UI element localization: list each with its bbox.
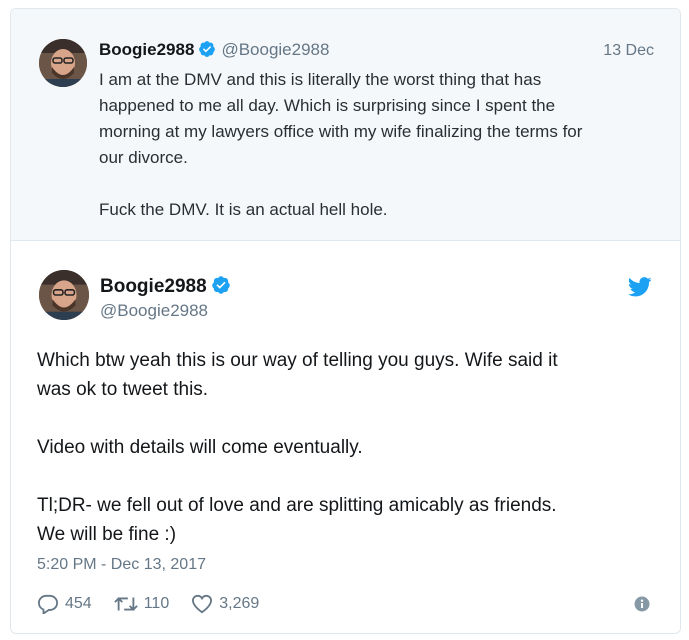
quoted-tweet[interactable]: Boogie2988 @Boogie2988 13 Dec I am at the… xyxy=(11,9,680,241)
reply-count: 454 xyxy=(65,595,92,612)
heart-icon xyxy=(192,594,213,614)
verified-badge-icon xyxy=(199,41,216,57)
retweet-button[interactable]: 110 xyxy=(113,595,170,613)
author-name-row: Boogie2988 xyxy=(100,275,236,298)
tweet-actions: 454 110 3,269 xyxy=(37,592,281,616)
quoted-avatar[interactable] xyxy=(39,39,87,87)
verified-badge-icon xyxy=(211,276,230,294)
like-count: 3,269 xyxy=(219,595,260,612)
tweet-timestamp[interactable]: 5:20 PM - Dec 13, 2017 xyxy=(37,556,206,574)
tweet-embed-card: Boogie2988 @Boogie2988 13 Dec I am at the… xyxy=(10,8,681,634)
reply-icon xyxy=(37,594,59,614)
author-display-name[interactable]: Boogie2988 xyxy=(100,276,207,297)
twitter-bird-icon[interactable] xyxy=(628,277,652,297)
author-avatar[interactable] xyxy=(39,270,89,320)
info-icon[interactable] xyxy=(634,596,650,612)
retweet-count: 110 xyxy=(143,595,170,612)
author-handle[interactable]: @Boogie2988 xyxy=(100,301,208,321)
quoted-tweet-text: I am at the DMV and this is literally th… xyxy=(99,70,583,219)
quoted-handle[interactable]: @Boogie2988 xyxy=(221,40,329,59)
tweet-text: Which btw yeah this is our way of tellin… xyxy=(37,350,558,545)
quoted-header: Boogie2988 @Boogie2988 xyxy=(99,40,329,60)
reply-button[interactable]: 454 xyxy=(37,594,92,614)
retweet-icon xyxy=(113,597,138,611)
quoted-date[interactable]: 13 Dec xyxy=(603,42,654,60)
like-button[interactable]: 3,269 xyxy=(191,594,259,614)
quoted-display-name[interactable]: Boogie2988 xyxy=(99,40,194,59)
